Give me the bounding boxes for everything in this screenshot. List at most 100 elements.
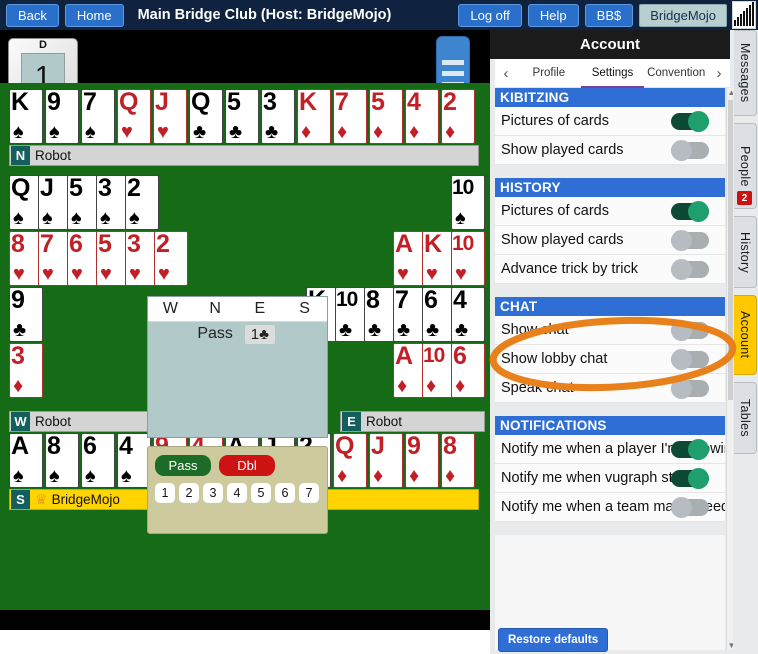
setting-row[interactable]: Speak chat (495, 374, 725, 403)
playing-card[interactable]: 2 ♦ (441, 89, 475, 144)
setting-row[interactable]: Show chat (495, 316, 725, 345)
playing-card[interactable]: 9 ♣ (9, 287, 43, 342)
card-suit-icon: ♠ (71, 207, 82, 229)
playing-card[interactable]: 4 ♣ (451, 287, 485, 342)
log-off-button[interactable]: Log off (458, 3, 522, 27)
playing-card[interactable]: 6 ♦ (451, 343, 485, 398)
playing-card[interactable]: J ♦ (369, 433, 403, 488)
playing-card[interactable]: 8 ♠ (45, 433, 79, 488)
card-rank: 5 (227, 89, 241, 116)
playing-card[interactable]: 9 ♠ (45, 89, 79, 144)
playing-card[interactable]: 8 ♦ (441, 433, 475, 488)
setting-row[interactable]: Notify me when vugraph starts (495, 464, 725, 493)
playing-card[interactable]: 5 ♣ (225, 89, 259, 144)
top-toolbar: Back Home Main Bridge Club (Host: Bridge… (0, 0, 758, 30)
rail-tab-messages[interactable]: Messages (734, 30, 757, 116)
card-suit-icon: ♠ (13, 207, 24, 229)
playing-card[interactable]: 7 ♦ (333, 89, 367, 144)
setting-row[interactable]: Show played cards (495, 136, 725, 165)
rail-tab-people[interactable]: People 2 (734, 123, 757, 209)
current-user-label[interactable]: BridgeMojo (639, 3, 727, 27)
playing-card[interactable]: 2 ♠ (125, 175, 159, 230)
bid-level-button[interactable]: 4 (227, 483, 247, 503)
toggle-switch[interactable] (671, 439, 709, 460)
rail-tab-tables[interactable]: Tables (734, 382, 757, 454)
help-button[interactable]: Help (527, 3, 579, 27)
chevron-left-icon[interactable]: ‹ (495, 65, 517, 82)
tab-settings[interactable]: Settings (580, 59, 645, 88)
section-gap (495, 165, 725, 178)
bbs-button[interactable]: BB$ (584, 3, 634, 27)
back-button[interactable]: Back (6, 3, 59, 27)
card-suit-icon: ♣ (265, 121, 279, 143)
tab-convention[interactable]: Convention (644, 59, 708, 88)
playing-card[interactable]: 5 ♦ (369, 89, 403, 144)
setting-row[interactable]: Show lobby chat (495, 345, 725, 374)
setting-row[interactable]: Pictures of cards (495, 197, 725, 226)
bid-level-button[interactable]: 2 (179, 483, 199, 503)
home-button[interactable]: Home (64, 3, 124, 27)
toggle-switch[interactable] (671, 497, 709, 518)
toggle-switch[interactable] (671, 378, 709, 399)
bid-level-button[interactable]: 6 (275, 483, 295, 503)
card-suit-icon: ♣ (13, 319, 27, 341)
toggle-switch[interactable] (671, 349, 709, 370)
toggle-switch[interactable] (671, 259, 709, 280)
playing-card[interactable]: 10 ♥ (451, 231, 485, 286)
card-rank: 8 (47, 433, 61, 460)
toggle-switch[interactable] (671, 201, 709, 222)
playing-card[interactable]: 3 ♣ (261, 89, 295, 144)
playing-card[interactable]: K ♠ (9, 89, 43, 144)
bid-level-button[interactable]: 1 (155, 483, 175, 503)
crown-icon: ♛ (35, 491, 48, 507)
playing-card[interactable]: K ♦ (297, 89, 331, 144)
toggle-switch[interactable] (671, 111, 709, 132)
playing-card[interactable]: 9 ♦ (405, 433, 439, 488)
card-suit-icon: ♠ (455, 207, 466, 229)
rail-tab-label: Tables (738, 399, 752, 437)
playing-card[interactable]: Q ♣ (189, 89, 223, 144)
playing-card[interactable]: 3 ♦ (9, 343, 43, 398)
panel-tabs: Profile Settings Convention (517, 59, 708, 88)
bid-level-button[interactable]: 3 (203, 483, 223, 503)
setting-row[interactable]: Pictures of cards (495, 107, 725, 136)
playing-card[interactable]: 2 ♥ (154, 231, 188, 286)
toggle-knob (671, 378, 692, 399)
bid-double-button[interactable]: Dbl (219, 455, 275, 476)
playing-card[interactable]: A ♠ (9, 433, 43, 488)
playing-card[interactable]: Q ♦ (333, 433, 367, 488)
card-suit-icon: ♠ (42, 207, 53, 229)
tab-profile[interactable]: Profile (517, 59, 581, 88)
toggle-switch[interactable] (671, 320, 709, 341)
rail-tab-account[interactable]: Account (734, 295, 757, 375)
card-suit-icon: ♣ (455, 319, 469, 341)
setting-row[interactable]: Notify me when a player I'm following is… (495, 435, 725, 464)
rail-tab-history[interactable]: History (734, 216, 757, 288)
bid-pass-button[interactable]: Pass (155, 455, 211, 476)
playing-card[interactable]: 7 ♠ (81, 89, 115, 144)
toggle-knob (688, 439, 709, 460)
setting-row[interactable]: Advance trick by trick (495, 255, 725, 284)
section-header-notifications: NOTIFICATIONS (495, 416, 725, 435)
playing-card[interactable]: Q ♥ (117, 89, 151, 144)
card-suit-icon: ♦ (337, 121, 348, 143)
chevron-right-icon[interactable]: › (708, 65, 730, 82)
card-rank: Q (119, 89, 138, 116)
toggle-switch[interactable] (671, 140, 709, 161)
auction-column-header: E (254, 300, 266, 317)
bid-level-button[interactable]: 7 (299, 483, 319, 503)
playing-card[interactable]: 4 ♦ (405, 89, 439, 144)
hamburger-line (442, 71, 464, 76)
playing-card[interactable]: 10 ♠ (451, 175, 485, 230)
playing-card[interactable]: J ♥ (153, 89, 187, 144)
toggle-switch[interactable] (671, 468, 709, 489)
toggle-switch[interactable] (671, 230, 709, 251)
page-title: Main Bridge Club (Host: BridgeMojo) (137, 7, 392, 23)
setting-label: Pictures of cards (501, 113, 609, 129)
setting-row[interactable]: Show played cards (495, 226, 725, 255)
playing-card[interactable]: 6 ♠ (81, 433, 115, 488)
bid-level-button[interactable]: 5 (251, 483, 271, 503)
setting-row[interactable]: Notify me when a team match needs (495, 493, 725, 522)
restore-defaults-button[interactable]: Restore defaults (498, 628, 609, 652)
playing-card[interactable]: 4 ♠ (117, 433, 151, 488)
